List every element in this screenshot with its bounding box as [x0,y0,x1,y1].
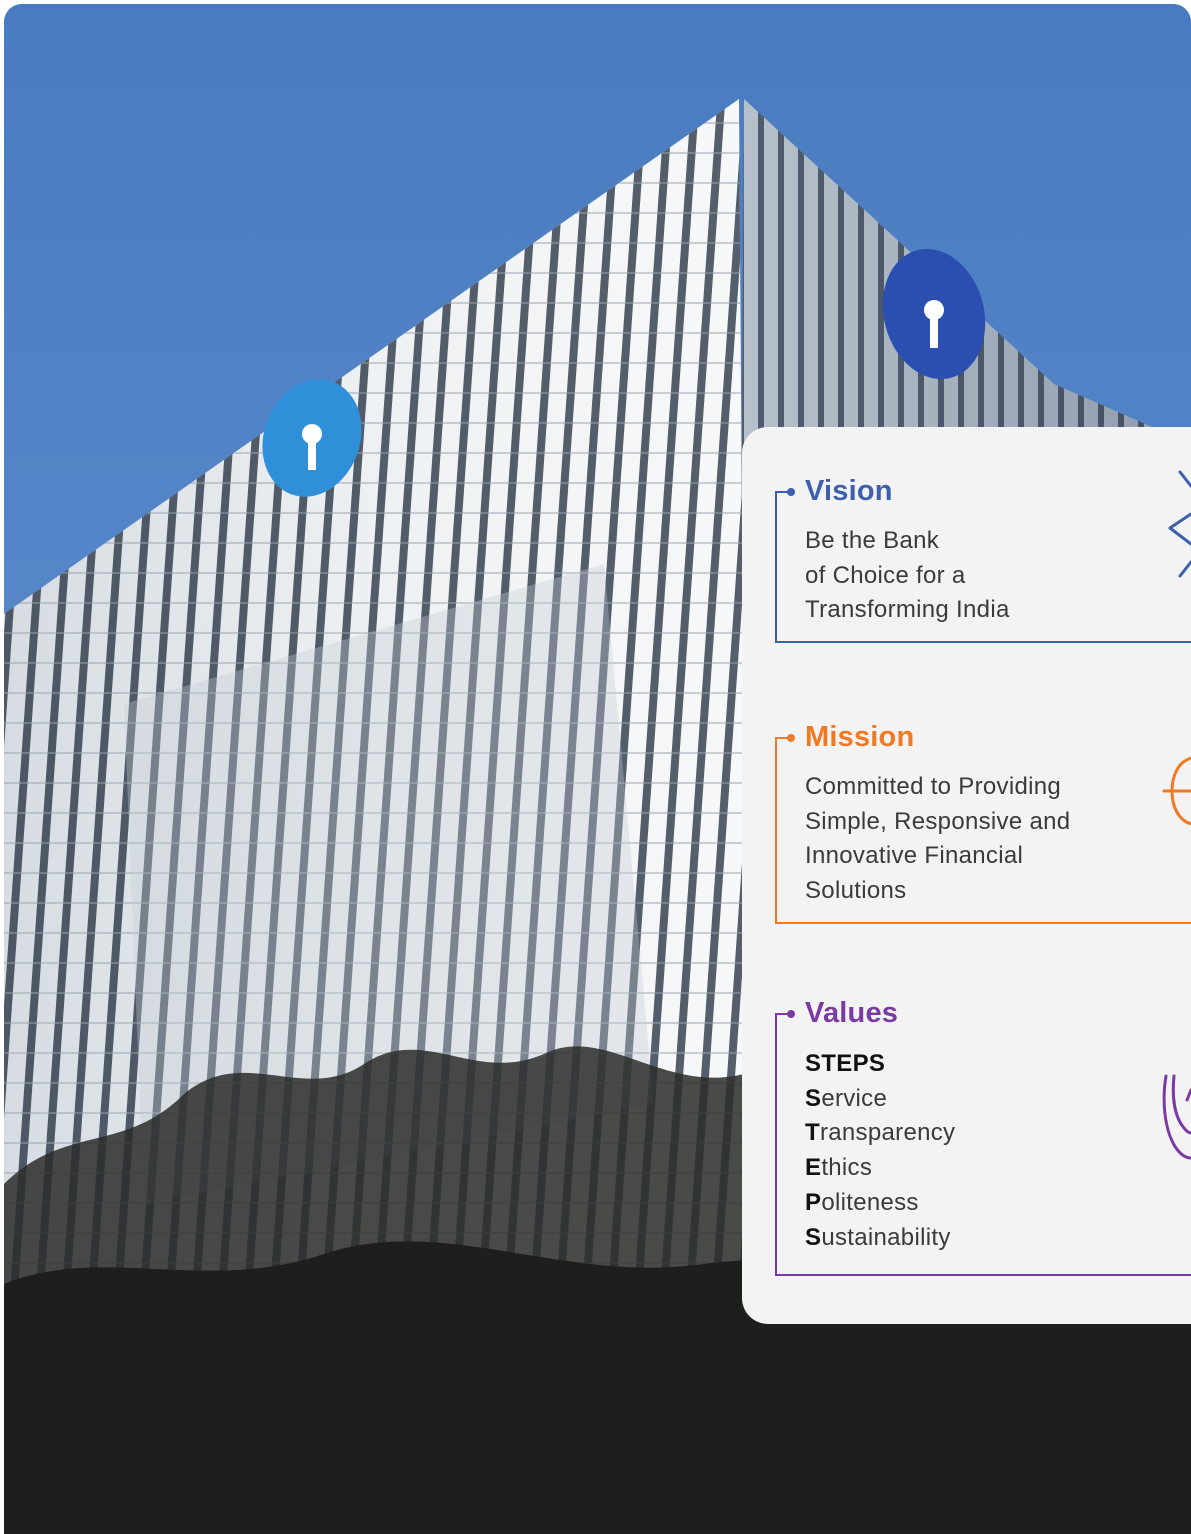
values-dot [787,1010,795,1018]
target-icon [1162,756,1191,826]
value-item: Transparency [805,1119,956,1147]
value-item: Service [805,1084,888,1112]
vision-text: Be the Bank of Choice for a Transforming… [805,527,1010,623]
values-acronym: STEPS [805,1050,886,1077]
vision-dot [787,488,795,496]
values-title: Values [805,997,899,1029]
values-section: Values STEPS Service Transparency Ethics… [775,997,1191,1276]
values-bracket [775,1013,777,1276]
mission-text: Committed to Providing Simple, Responsiv… [805,773,1071,904]
vision-bracket [775,491,777,643]
mission-dot [787,734,795,742]
compass-icon [1168,470,1191,578]
value-item: Sustainability [805,1223,951,1251]
values-list: STEPS Service Transparency Ethics Polite… [805,1047,1135,1255]
mission-title: Mission [805,721,915,753]
value-item: Politeness [805,1188,919,1216]
vision-title: Vision [805,475,893,507]
mission-section: Mission Committed to Providing Simple, R… [775,721,1191,924]
vision-section: Vision Be the Bank of Choice for a Trans… [775,475,1191,643]
value-item: Ethics [805,1154,873,1182]
mission-bracket [775,737,777,924]
hand-icon [1162,1074,1191,1160]
